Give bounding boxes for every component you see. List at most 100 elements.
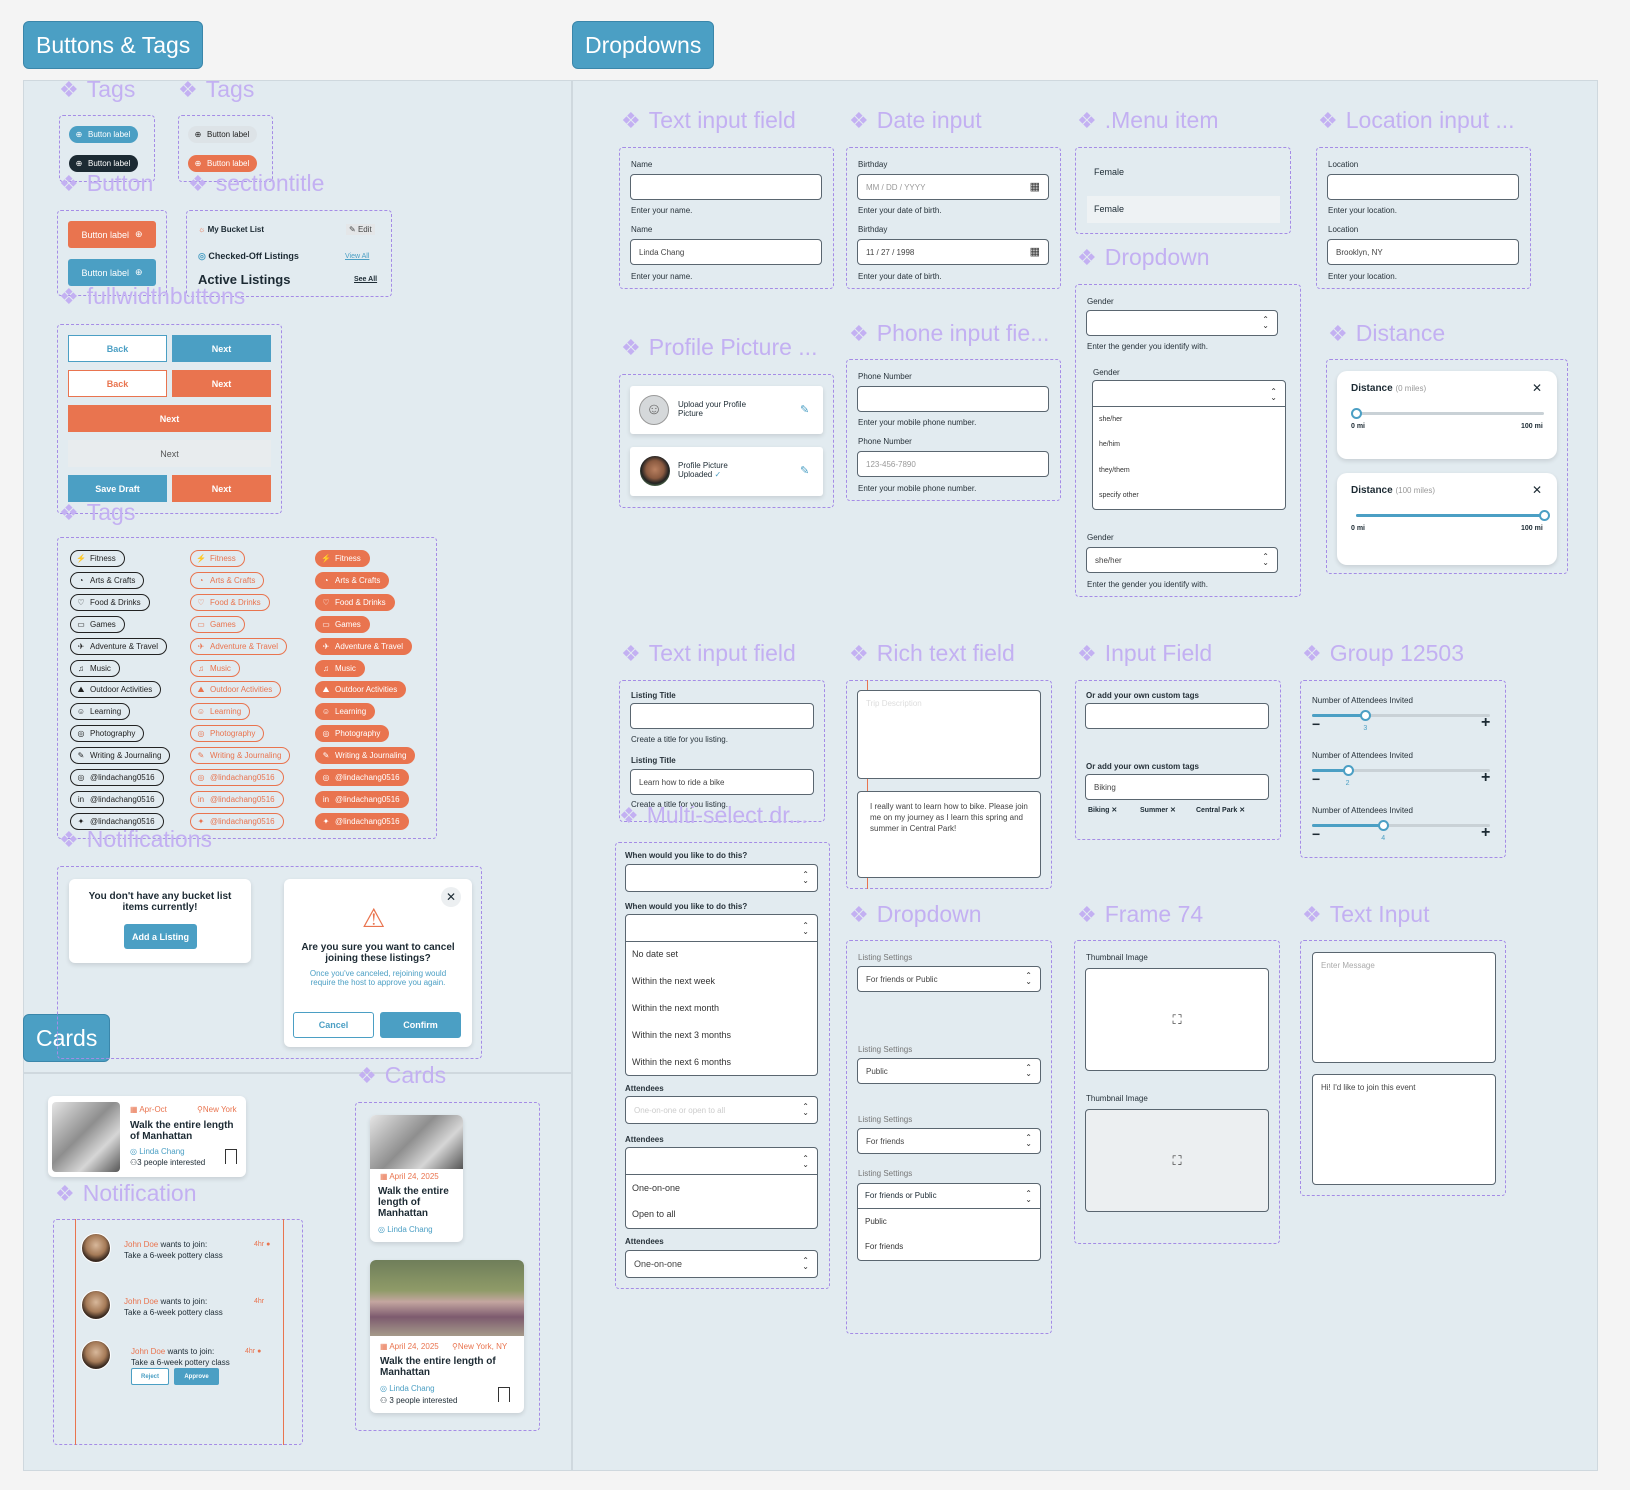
attendees-slider[interactable] xyxy=(1312,710,1490,721)
minus-icon[interactable]: − xyxy=(1312,826,1320,842)
interest-tag[interactable]: ✈ Adventure & Travel xyxy=(70,637,168,655)
interest-tag[interactable]: ♫ Music xyxy=(190,659,240,677)
listing-settings-select[interactable]: For friends or Public ⌃ ⌄ xyxy=(857,966,1041,992)
close-icon[interactable]: ✕ xyxy=(1239,807,1245,814)
thumbnail-upload-empty[interactable]: ⛶ xyxy=(1085,968,1269,1071)
rich-text-empty[interactable]: Trip Description xyxy=(857,690,1041,779)
close-icon[interactable]: ✕ xyxy=(1532,483,1542,497)
back-button-blue[interactable]: Back xyxy=(68,335,167,362)
close-icon[interactable]: ✕ xyxy=(441,887,461,907)
attendees-select-filled[interactable]: One-on-one ⌃ ⌄ xyxy=(625,1250,818,1278)
close-icon[interactable]: ✕ xyxy=(1111,807,1117,814)
add-listing-button[interactable]: Add a Listing xyxy=(124,924,197,949)
custom-tags-input-empty[interactable] xyxy=(1085,703,1269,729)
next-fullwidth-orange[interactable]: Next xyxy=(68,405,271,432)
interest-tag[interactable]: ⚡ Fitness xyxy=(190,550,245,567)
when-option[interactable]: Within the next 3 months xyxy=(632,1030,731,1040)
chip[interactable]: Summer ✕ xyxy=(1140,806,1176,814)
next-button-orange[interactable]: Next xyxy=(172,370,271,397)
menu-item-female-hover[interactable]: Female xyxy=(1087,196,1280,223)
distance-slider-100[interactable] xyxy=(1356,510,1550,521)
minus-icon[interactable]: − xyxy=(1312,716,1320,732)
minus-icon[interactable]: − xyxy=(1312,771,1320,787)
chip[interactable]: Biking ✕ xyxy=(1088,806,1117,814)
interest-tag[interactable]: ♡ Food & Drinks xyxy=(190,593,270,611)
plus-icon[interactable]: + xyxy=(1481,824,1490,842)
interest-tag[interactable]: ▭ Games xyxy=(190,615,245,633)
bookmark-icon[interactable] xyxy=(498,1387,510,1402)
birthday-input-empty[interactable]: MM / DD / YYYY ▦ xyxy=(857,174,1049,200)
listing-settings-select[interactable]: Public ⌃ ⌄ xyxy=(857,1058,1041,1084)
next-button-orange-2[interactable]: Next xyxy=(172,475,271,502)
when-select-empty[interactable]: ⌃ ⌄ xyxy=(625,864,818,892)
interest-tag[interactable]: ☺ Learning xyxy=(70,703,131,721)
when-option[interactable]: Within the next week xyxy=(632,976,715,986)
custom-tags-input-filled[interactable]: Biking xyxy=(1085,774,1269,800)
bookmark-icon[interactable] xyxy=(225,1149,237,1164)
close-icon[interactable]: ✕ xyxy=(1532,381,1542,395)
slider-knob[interactable] xyxy=(1539,510,1550,521)
cancel-button[interactable]: Cancel xyxy=(293,1012,374,1038)
phone-input-empty[interactable] xyxy=(857,386,1049,412)
when-select-open[interactable]: ⌃ ⌄ xyxy=(625,914,818,1076)
close-icon[interactable]: ✕ xyxy=(1170,807,1176,814)
message-input-filled[interactable]: Hi! I'd like to join this event xyxy=(1312,1074,1496,1185)
interest-tag[interactable]: ◔ Arts & Crafts xyxy=(190,571,265,589)
plus-icon[interactable]: + xyxy=(1481,714,1490,732)
interest-tag[interactable]: in @lindachang0516 xyxy=(315,790,409,808)
interest-tag[interactable]: ◔ Arts & Crafts xyxy=(315,571,390,589)
plus-icon[interactable]: + xyxy=(1481,769,1490,787)
next-fullwidth-disabled[interactable]: Next xyxy=(68,440,271,467)
listing-settings-select[interactable]: For friends ⌃ ⌄ xyxy=(857,1128,1041,1154)
listing-title-input-filled[interactable]: Learn how to ride a bike xyxy=(630,769,814,795)
interest-tag[interactable]: ✎ Writing & Journaling xyxy=(70,747,171,765)
edit-icon[interactable]: ✎ xyxy=(800,464,809,477)
confirm-button[interactable]: Confirm xyxy=(380,1012,461,1038)
interest-tag[interactable]: ◎ @lindachang0516 xyxy=(315,769,409,786)
interest-tag[interactable]: in @lindachang0516 xyxy=(190,790,284,808)
approve-button[interactable]: Approve xyxy=(174,1368,219,1385)
location-input-filled[interactable]: Brooklyn, NY xyxy=(1327,239,1519,265)
gender-option[interactable]: specify other xyxy=(1099,492,1139,499)
gender-option[interactable]: she/her xyxy=(1099,416,1122,423)
edit-button[interactable]: ✎ Edit xyxy=(346,224,375,235)
phone-input-placeholder[interactable]: 123-456-7890 xyxy=(857,451,1049,477)
interest-tag[interactable]: ◎ Photography xyxy=(70,725,145,743)
distance-slider-0[interactable] xyxy=(1351,408,1544,419)
attendees-slider[interactable] xyxy=(1312,820,1490,831)
interest-tag[interactable]: ▭ Games xyxy=(70,615,125,633)
menu-item-female[interactable]: Female xyxy=(1094,167,1124,177)
edit-icon[interactable]: ✎ xyxy=(800,403,809,416)
button-blue[interactable]: Button label ⊕ xyxy=(68,259,156,286)
attendees-slider[interactable] xyxy=(1312,765,1490,776)
name-input-empty[interactable] xyxy=(630,174,822,200)
back-button-orange[interactable]: Back xyxy=(68,370,167,397)
interest-tag[interactable]: ◎ Photography xyxy=(315,725,390,743)
rich-text-filled[interactable]: I really want to learn how to bike. Plea… xyxy=(857,791,1041,878)
name-input-filled[interactable]: Linda Chang xyxy=(630,239,822,265)
interest-tag[interactable]: ☺ Learning xyxy=(190,703,251,721)
thumbnail-upload-hover[interactable]: ⛶ xyxy=(1085,1109,1269,1212)
view-all-link[interactable]: View All xyxy=(345,253,369,260)
save-draft-button[interactable]: Save Draft xyxy=(68,475,167,502)
interest-tag[interactable]: ✎ Writing & Journaling xyxy=(190,747,291,765)
interest-tag[interactable]: ♫ Music xyxy=(70,659,120,677)
when-option[interactable]: No date set xyxy=(632,949,678,959)
listing-host[interactable]: ◎ Linda Chang xyxy=(130,1147,185,1156)
interest-tag[interactable]: ☺ Learning xyxy=(315,703,376,721)
interest-tag[interactable]: ♡ Food & Drinks xyxy=(70,593,150,611)
interest-tag[interactable]: ⛰ Outdoor Activities xyxy=(315,681,407,699)
interest-tag[interactable]: ⚡ Fitness xyxy=(70,550,125,567)
message-input-empty[interactable]: Enter Message xyxy=(1312,952,1496,1063)
when-option[interactable]: Within the next 6 months xyxy=(632,1057,731,1067)
birthday-input-filled[interactable]: 11 / 27 / 1998 ▦ xyxy=(857,239,1049,265)
slider-knob[interactable] xyxy=(1351,408,1362,419)
gender-select-open[interactable]: ⌃ ⌄ xyxy=(1092,380,1286,510)
attendees-select-empty[interactable]: One-on-one or open to all ⌃ ⌄ xyxy=(625,1096,818,1124)
listing-host-large[interactable]: ◎ Linda Chang xyxy=(380,1384,435,1393)
next-button-blue[interactable]: Next xyxy=(172,335,271,362)
gender-select-filled[interactable]: she/her ⌃ ⌄ xyxy=(1086,547,1278,573)
tag-button-grey[interactable]: ⊕ Button label xyxy=(188,126,258,143)
interest-tag[interactable]: ✦ @lindachang0516 xyxy=(315,812,409,830)
when-option[interactable]: Within the next month xyxy=(632,1003,719,1013)
